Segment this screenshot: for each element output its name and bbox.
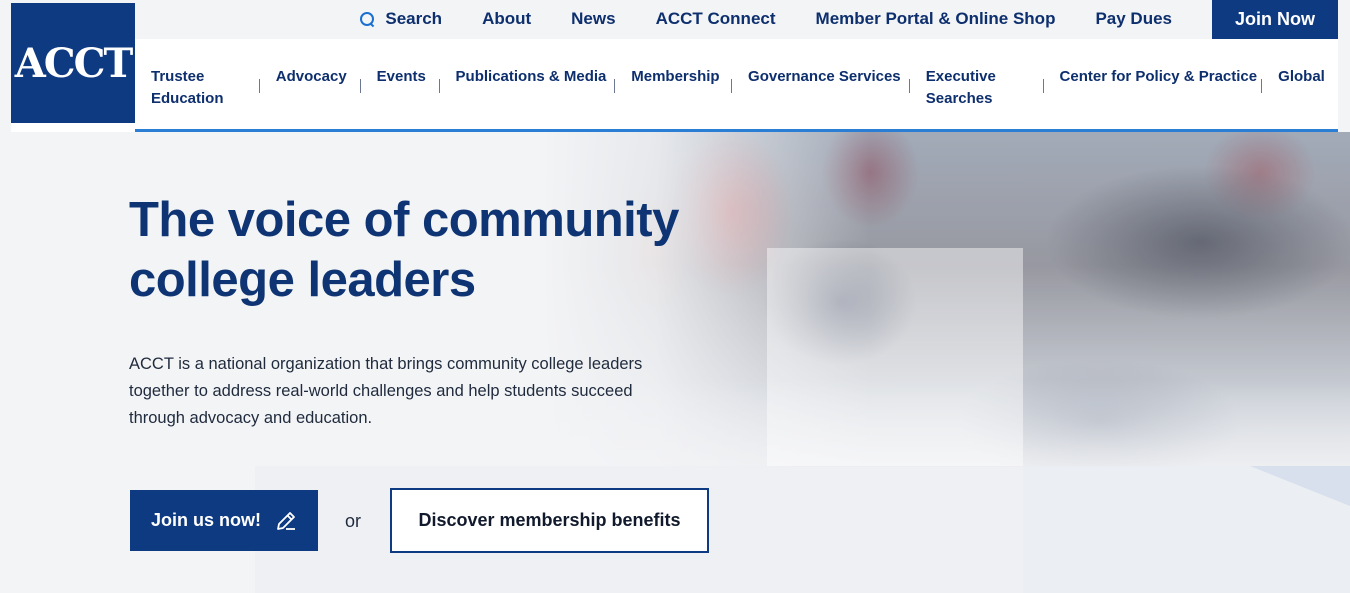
pay-dues-link[interactable]: Pay Dues (1095, 9, 1172, 29)
nav-divider (731, 79, 733, 93)
member-portal-link[interactable]: Member Portal & Online Shop (816, 9, 1056, 29)
hero-headline: The voice of community college leaders (129, 193, 679, 307)
nav-item-center-for-policy[interactable]: Center for Policy & Practice (1060, 66, 1262, 88)
pencil-icon (275, 510, 297, 532)
nav-item-trustee-education[interactable]: Trustee Education (151, 66, 259, 110)
decorative-triangle (1250, 466, 1350, 506)
join-now-button[interactable]: Join Now (1212, 0, 1338, 39)
logo-underline (11, 123, 135, 132)
search-label: Search (385, 9, 443, 28)
nav-divider (438, 79, 440, 93)
nav-label: Trustee (151, 68, 205, 85)
nav-item-global[interactable]: Global (1278, 66, 1338, 88)
nav-label: Searches (925, 90, 993, 107)
acct-logo[interactable]: ACCT (11, 3, 135, 123)
nav-label: Executive (925, 68, 996, 85)
nav-item-events[interactable]: Events (377, 66, 439, 88)
news-link[interactable]: News (571, 9, 615, 29)
nav-divider (1042, 79, 1044, 93)
discover-benefits-button[interactable]: Discover membership benefits (390, 488, 709, 553)
nav-item-publications-media[interactable]: Publications & Media (456, 66, 615, 88)
nav-divider (359, 79, 361, 93)
utility-bar: Search About News ACCT Connect Member Po… (135, 0, 1350, 39)
nav-divider (908, 79, 910, 93)
hero-intro: ACCT is a national organization that bri… (129, 355, 643, 427)
nav-item-advocacy[interactable]: Advocacy (276, 66, 360, 88)
nav-divider (258, 79, 260, 93)
nav-divider (1261, 79, 1263, 93)
decorative-overlay (767, 248, 1023, 466)
search-icon (359, 11, 375, 27)
or-text: or (345, 511, 362, 531)
nav-item-membership[interactable]: Membership (631, 66, 731, 88)
join-us-label: Join us now! (151, 510, 261, 530)
nav-item-executive-searches[interactable]: Executive Searches (926, 66, 1043, 110)
logo-text: ACCT (14, 39, 133, 87)
nav-label: Education (151, 90, 224, 107)
acct-connect-link[interactable]: ACCT Connect (656, 9, 776, 29)
about-link[interactable]: About (482, 9, 531, 29)
join-us-button[interactable]: Join us now! (130, 490, 318, 551)
nav-item-governance-services[interactable]: Governance Services (748, 66, 909, 88)
nav-divider (614, 79, 616, 93)
main-nav: Trustee Education Advocacy Events Publica… (135, 39, 1338, 132)
search-link[interactable]: Search (359, 9, 442, 29)
